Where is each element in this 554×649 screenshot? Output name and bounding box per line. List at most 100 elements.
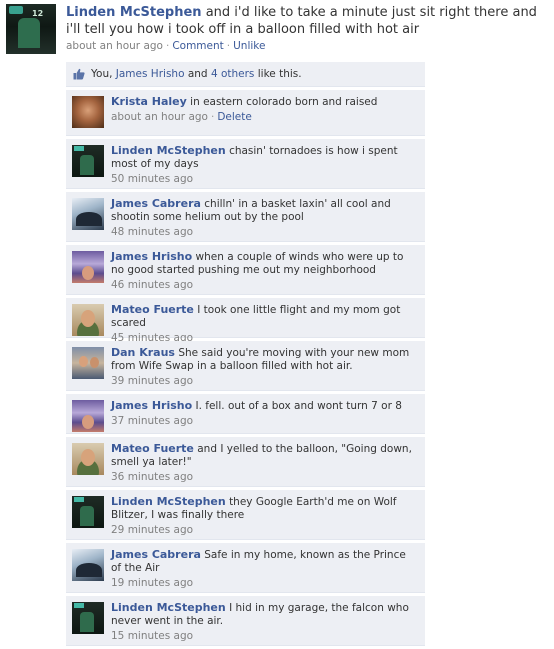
comment-meta: 19 minutes ago bbox=[111, 577, 416, 589]
comment-timestamp: 50 minutes ago bbox=[111, 173, 194, 185]
comment-timestamp: 29 minutes ago bbox=[111, 524, 194, 536]
meta-separator: · bbox=[165, 40, 170, 52]
comment-body: Linden McStephen chasin' tornadoes is ho… bbox=[111, 144, 416, 185]
comment-meta: about an hour ago · Delete bbox=[111, 111, 416, 123]
comment-meta: 46 minutes ago bbox=[111, 279, 416, 291]
commenter-name-link[interactable]: Linden McStephen bbox=[111, 601, 226, 614]
comment-body: Mateo Fuerte I took one little flight an… bbox=[111, 303, 416, 344]
commenter-avatar[interactable] bbox=[72, 198, 104, 230]
author-avatar[interactable]: 12 bbox=[6, 4, 56, 54]
commenter-avatar[interactable] bbox=[72, 400, 104, 432]
likes-and: and bbox=[184, 68, 211, 80]
comment-message: I. fell. out of a box and wont turn 7 or… bbox=[195, 400, 402, 412]
likes-bar: You, James Hrisho and 4 others like this… bbox=[66, 62, 425, 87]
comment-row: James Hrisho I. fell. out of a box and w… bbox=[66, 394, 425, 434]
comment-row: James Cabrera chilln' in a basket laxin'… bbox=[66, 192, 425, 242]
story-text: Linden McStephen and i'd like to take a … bbox=[66, 4, 550, 38]
comment-row: Linden McStephen I hid in my garage, the… bbox=[66, 596, 425, 646]
unlike-link[interactable]: Unlike bbox=[233, 40, 265, 52]
avatar-light bbox=[9, 6, 23, 14]
comment-text: Mateo Fuerte I took one little flight an… bbox=[111, 303, 416, 330]
likes-you: You, bbox=[91, 68, 116, 80]
comment-body: James Cabrera Safe in my home, known as … bbox=[111, 548, 416, 589]
comment-body: James Cabrera chilln' in a basket laxin'… bbox=[111, 197, 416, 238]
comment-row: Dan Kraus She said you're moving with yo… bbox=[66, 341, 425, 391]
comment-link[interactable]: Comment bbox=[172, 40, 223, 52]
commenter-name-link[interactable]: Krista Haley bbox=[111, 95, 187, 108]
commenter-name-link[interactable]: James Hrisho bbox=[111, 250, 192, 263]
commenter-avatar[interactable] bbox=[72, 347, 104, 379]
comment-meta: 29 minutes ago bbox=[111, 524, 416, 536]
comment-text: Dan Kraus She said you're moving with yo… bbox=[111, 346, 416, 373]
commenter-name-link[interactable]: Dan Kraus bbox=[111, 346, 175, 359]
commenter-name-link[interactable]: James Cabrera bbox=[111, 548, 201, 561]
commenter-avatar[interactable] bbox=[72, 145, 104, 177]
meta-separator: · bbox=[210, 111, 215, 123]
commenter-avatar[interactable] bbox=[72, 496, 104, 528]
comment-timestamp: 37 minutes ago bbox=[111, 415, 194, 427]
comment-body: Linden McStephen they Google Earth'd me … bbox=[111, 495, 416, 536]
commenter-avatar[interactable] bbox=[72, 251, 104, 283]
avatar-jersey-number: 12 bbox=[32, 9, 44, 18]
comment-body: James Hrisho I. fell. out of a box and w… bbox=[111, 399, 416, 427]
comment-text: James Cabrera Safe in my home, known as … bbox=[111, 548, 416, 575]
commenter-avatar[interactable] bbox=[72, 96, 104, 128]
comment-meta: 36 minutes ago bbox=[111, 471, 416, 483]
comment-list: Krista Haley in eastern colorado born an… bbox=[66, 90, 425, 646]
comment-text: James Hrisho when a couple of winds who … bbox=[111, 250, 416, 277]
comment-body: Mateo Fuerte and I yelled to the balloon… bbox=[111, 442, 416, 483]
comment-text: James Cabrera chilln' in a basket laxin'… bbox=[111, 197, 416, 224]
comment-text: Linden McStephen I hid in my garage, the… bbox=[111, 601, 416, 628]
comment-body: Dan Kraus She said you're moving with yo… bbox=[111, 346, 416, 387]
commenter-avatar[interactable] bbox=[72, 443, 104, 475]
comment-text: Mateo Fuerte and I yelled to the balloon… bbox=[111, 442, 416, 469]
comment-timestamp: 39 minutes ago bbox=[111, 375, 194, 387]
comment-timestamp: 46 minutes ago bbox=[111, 279, 194, 291]
comment-text: Linden McStephen they Google Earth'd me … bbox=[111, 495, 416, 522]
commenter-name-link[interactable]: Mateo Fuerte bbox=[111, 303, 194, 316]
comment-row: Mateo Fuerte and I yelled to the balloon… bbox=[66, 437, 425, 487]
delete-comment-link[interactable]: Delete bbox=[217, 111, 252, 123]
comment-message: in eastern colorado born and raised bbox=[190, 96, 378, 108]
avatar-figure bbox=[18, 18, 40, 48]
comment-row: James Hrisho when a couple of winds who … bbox=[66, 245, 425, 295]
comment-row: James Cabrera Safe in my home, known as … bbox=[66, 543, 425, 593]
commenter-avatar[interactable] bbox=[72, 549, 104, 581]
comment-timestamp: about an hour ago bbox=[111, 111, 208, 123]
comment-timestamp: 48 minutes ago bbox=[111, 226, 194, 238]
commenter-name-link[interactable]: Linden McStephen bbox=[111, 144, 226, 157]
commenter-name-link[interactable]: Mateo Fuerte bbox=[111, 442, 194, 455]
story-author-link[interactable]: Linden McStephen bbox=[66, 5, 202, 20]
comment-timestamp: 36 minutes ago bbox=[111, 471, 194, 483]
comment-row: Linden McStephen chasin' tornadoes is ho… bbox=[66, 139, 425, 189]
comment-body: Krista Haley in eastern colorado born an… bbox=[111, 95, 416, 123]
commenter-avatar[interactable] bbox=[72, 602, 104, 634]
thumbs-up-icon bbox=[73, 68, 85, 80]
comment-text: Krista Haley in eastern colorado born an… bbox=[111, 95, 416, 109]
comment-meta: 15 minutes ago bbox=[111, 630, 416, 642]
comment-row: Krista Haley in eastern colorado born an… bbox=[66, 90, 425, 136]
likes-text: You, James Hrisho and 4 others like this… bbox=[91, 68, 302, 80]
commenter-name-link[interactable]: James Cabrera bbox=[111, 197, 201, 210]
likes-suffix: like this. bbox=[254, 68, 302, 80]
commenter-name-link[interactable]: Linden McStephen bbox=[111, 495, 226, 508]
comment-meta: 48 minutes ago bbox=[111, 226, 416, 238]
comment-timestamp: 15 minutes ago bbox=[111, 630, 194, 642]
story-meta: about an hour ago · Comment · Unlike bbox=[66, 40, 550, 52]
comment-body: Linden McStephen I hid in my garage, the… bbox=[111, 601, 416, 642]
likes-others-link[interactable]: 4 others bbox=[211, 68, 254, 80]
comment-text: James Hrisho I. fell. out of a box and w… bbox=[111, 399, 416, 413]
story-timestamp[interactable]: about an hour ago bbox=[66, 40, 163, 52]
story-body: Linden McStephen and i'd like to take a … bbox=[66, 4, 550, 52]
comment-feed: You, James Hrisho and 4 others like this… bbox=[66, 62, 425, 649]
comment-text: Linden McStephen chasin' tornadoes is ho… bbox=[111, 144, 416, 171]
likes-person-link[interactable]: James Hrisho bbox=[116, 68, 185, 80]
comment-meta: 37 minutes ago bbox=[111, 415, 416, 427]
commenter-name-link[interactable]: James Hrisho bbox=[111, 399, 192, 412]
meta-separator: · bbox=[226, 40, 231, 52]
comment-timestamp: 19 minutes ago bbox=[111, 577, 194, 589]
commenter-avatar[interactable] bbox=[72, 304, 104, 336]
comment-meta: 50 minutes ago bbox=[111, 173, 416, 185]
comment-row: Mateo Fuerte I took one little flight an… bbox=[66, 298, 425, 344]
comment-meta: 39 minutes ago bbox=[111, 375, 416, 387]
